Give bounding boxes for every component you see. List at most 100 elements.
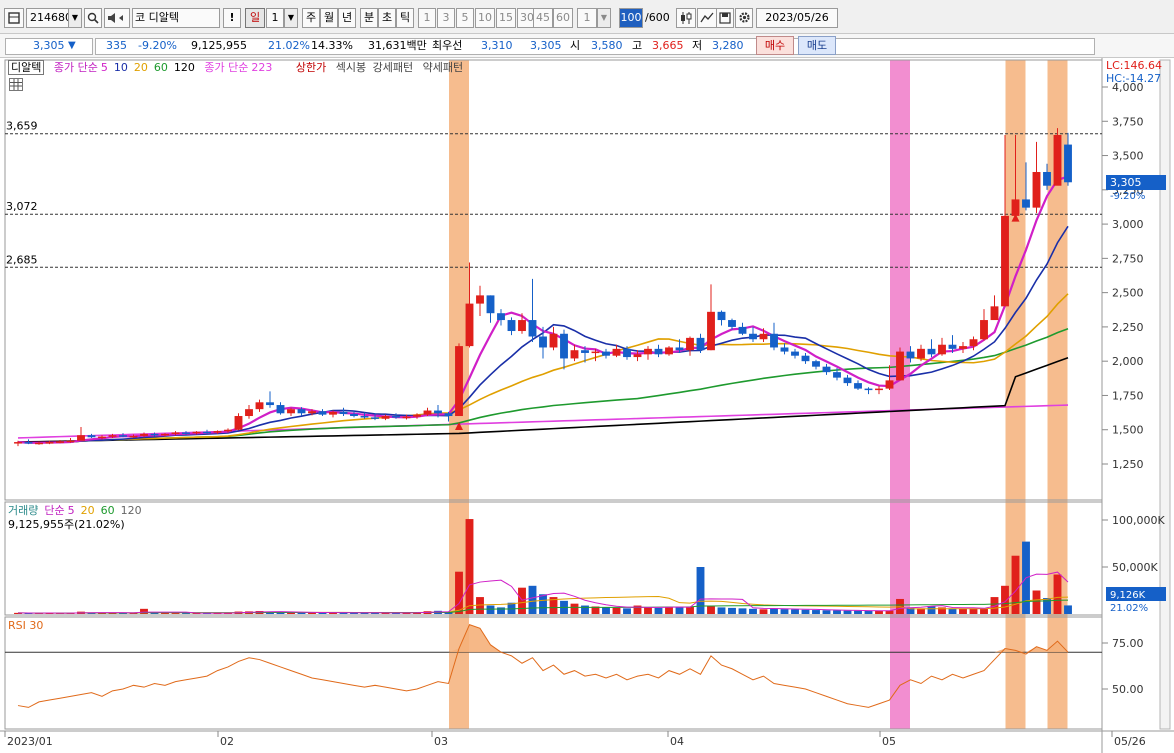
- legend-stock-name[interactable]: 디알텍: [8, 60, 45, 75]
- date-tick-label: 05/26: [1114, 735, 1146, 748]
- volume-bar: [791, 609, 799, 614]
- candle-body: [224, 429, 232, 432]
- volume-bar: [780, 609, 789, 614]
- volume-bar: [843, 610, 852, 614]
- period-day-button[interactable]: 일: [245, 8, 265, 28]
- toolbar: 214680 ▼ 코 디알텍 ! 일 1 ▼ 주 월 년 분 초 틱 1 3 5…: [0, 0, 1174, 34]
- date-tick-label: 2023/01: [7, 735, 53, 748]
- candle-body: [686, 337, 694, 351]
- candle-body: [654, 348, 663, 355]
- candle-body: [906, 351, 915, 359]
- legend-ma2-label: 종가 단순: [204, 61, 249, 74]
- candle-settings-icon[interactable]: [676, 8, 696, 28]
- period-month-button[interactable]: 월: [320, 8, 338, 28]
- rsi-tick-label: 50.00: [1112, 683, 1144, 696]
- interval-5-button[interactable]: 5: [456, 8, 474, 28]
- grid-table-icon[interactable]: [9, 78, 23, 91]
- candle-body: [66, 440, 75, 443]
- trend-tool-icon[interactable]: [697, 8, 717, 28]
- price-change-pct: -9.20%: [138, 39, 177, 52]
- legend-ma20: 20: [133, 61, 148, 74]
- count-current-input[interactable]: 100: [619, 8, 643, 28]
- candle-body: [959, 346, 967, 349]
- candle-body: [497, 313, 505, 321]
- low-label: 저: [692, 39, 703, 52]
- period-minute-button[interactable]: 분: [360, 8, 378, 28]
- interval-10-button[interactable]: 10: [475, 8, 495, 28]
- period-year-button[interactable]: 년: [338, 8, 356, 28]
- search-icon[interactable]: [84, 8, 102, 28]
- candle-body: [476, 295, 484, 304]
- interval-45-button[interactable]: 45: [533, 8, 553, 28]
- alert-button[interactable]: !: [223, 8, 241, 28]
- candle-body: [276, 405, 285, 414]
- level-line-label: 2,685: [6, 253, 38, 266]
- sell-button[interactable]: 매도: [798, 36, 836, 55]
- legend-ma-label: 종가 단순: [53, 61, 98, 74]
- interval-dropdown-icon[interactable]: ▼: [597, 8, 611, 28]
- candle-body: [444, 413, 453, 417]
- interval-60-button[interactable]: 60: [553, 8, 573, 28]
- period-week-button[interactable]: 주: [302, 8, 320, 28]
- candle-body: [182, 432, 190, 434]
- candle-body: [1064, 144, 1072, 183]
- stock-chart[interactable]: 4,0003,7503,5003,2503,0002,7502,5002,250…: [0, 58, 1174, 753]
- price-tick-label: 1,500: [1112, 424, 1144, 437]
- gear-icon[interactable]: [735, 8, 753, 28]
- code-dropdown-icon[interactable]: ▼: [68, 8, 82, 28]
- volume-bar: [140, 608, 148, 614]
- save-icon[interactable]: [716, 8, 734, 28]
- candle-body: [245, 409, 253, 417]
- candle-body: [696, 337, 705, 351]
- candle-body: [1032, 171, 1041, 208]
- market-prefix: 코: [135, 11, 146, 24]
- period-dropdown-icon[interactable]: ▼: [284, 8, 298, 28]
- candle-body: [1011, 199, 1020, 216]
- candle-body: [45, 442, 54, 444]
- rsi-legend: RSI 30: [8, 619, 44, 632]
- volume-bar: [801, 609, 810, 614]
- candle-body: [465, 303, 474, 347]
- candle-body: [119, 435, 127, 437]
- candle-body: [770, 333, 778, 348]
- candle-body: [927, 348, 936, 355]
- volume-pct: 21.02%: [268, 39, 310, 52]
- volume-bar: [854, 610, 862, 614]
- candle-body: [234, 416, 243, 430]
- period-value-input[interactable]: 1: [266, 8, 284, 28]
- candle: [896, 347, 904, 381]
- chart-area[interactable]: 4,000 3,750 3,500 3,250 3,000 2,750 2,500 2,250…: [0, 58, 1174, 753]
- volume-bar: [707, 606, 715, 614]
- date-input[interactable]: 2023/05/26: [756, 8, 838, 28]
- volume-bar: [728, 607, 736, 614]
- interval-select[interactable]: 1: [577, 8, 597, 28]
- period-second-button[interactable]: 초: [378, 8, 396, 28]
- candle-body: [738, 326, 747, 334]
- window-menu-icon[interactable]: [4, 8, 24, 28]
- volume-bar: [602, 607, 610, 614]
- interval-1-button[interactable]: 1: [418, 8, 436, 28]
- volume-bar: [486, 605, 495, 614]
- volume-value: 9,125,955주(21.02%): [8, 518, 125, 531]
- date-tick-label: 03: [434, 735, 448, 748]
- period-tick-button[interactable]: 틱: [396, 8, 414, 28]
- candle-body: [791, 351, 799, 356]
- best-quote-label: 최우선: [432, 39, 463, 52]
- interval-15-button[interactable]: 15: [496, 8, 516, 28]
- sound-icon[interactable]: [104, 8, 130, 28]
- candle-body: [591, 351, 600, 354]
- date-tick-label: 04: [670, 735, 684, 748]
- volume-current-label: 9,126K: [1110, 590, 1146, 601]
- stock-name-field[interactable]: 코 디알텍: [132, 8, 220, 28]
- candle-body: [644, 348, 652, 355]
- stock-name: 디알텍: [148, 11, 179, 24]
- hc-label: HC:-14.27: [1106, 72, 1161, 85]
- change-arrow-icon: ▼: [68, 40, 76, 51]
- volume-bar: [1032, 590, 1041, 614]
- interval-3-button[interactable]: 3: [437, 8, 455, 28]
- legend-ma120: 120: [173, 61, 195, 74]
- candle-body: [780, 347, 789, 352]
- volume-bar: [770, 608, 778, 614]
- price-tick-label: 1,250: [1112, 458, 1144, 471]
- buy-button[interactable]: 매수: [756, 36, 794, 55]
